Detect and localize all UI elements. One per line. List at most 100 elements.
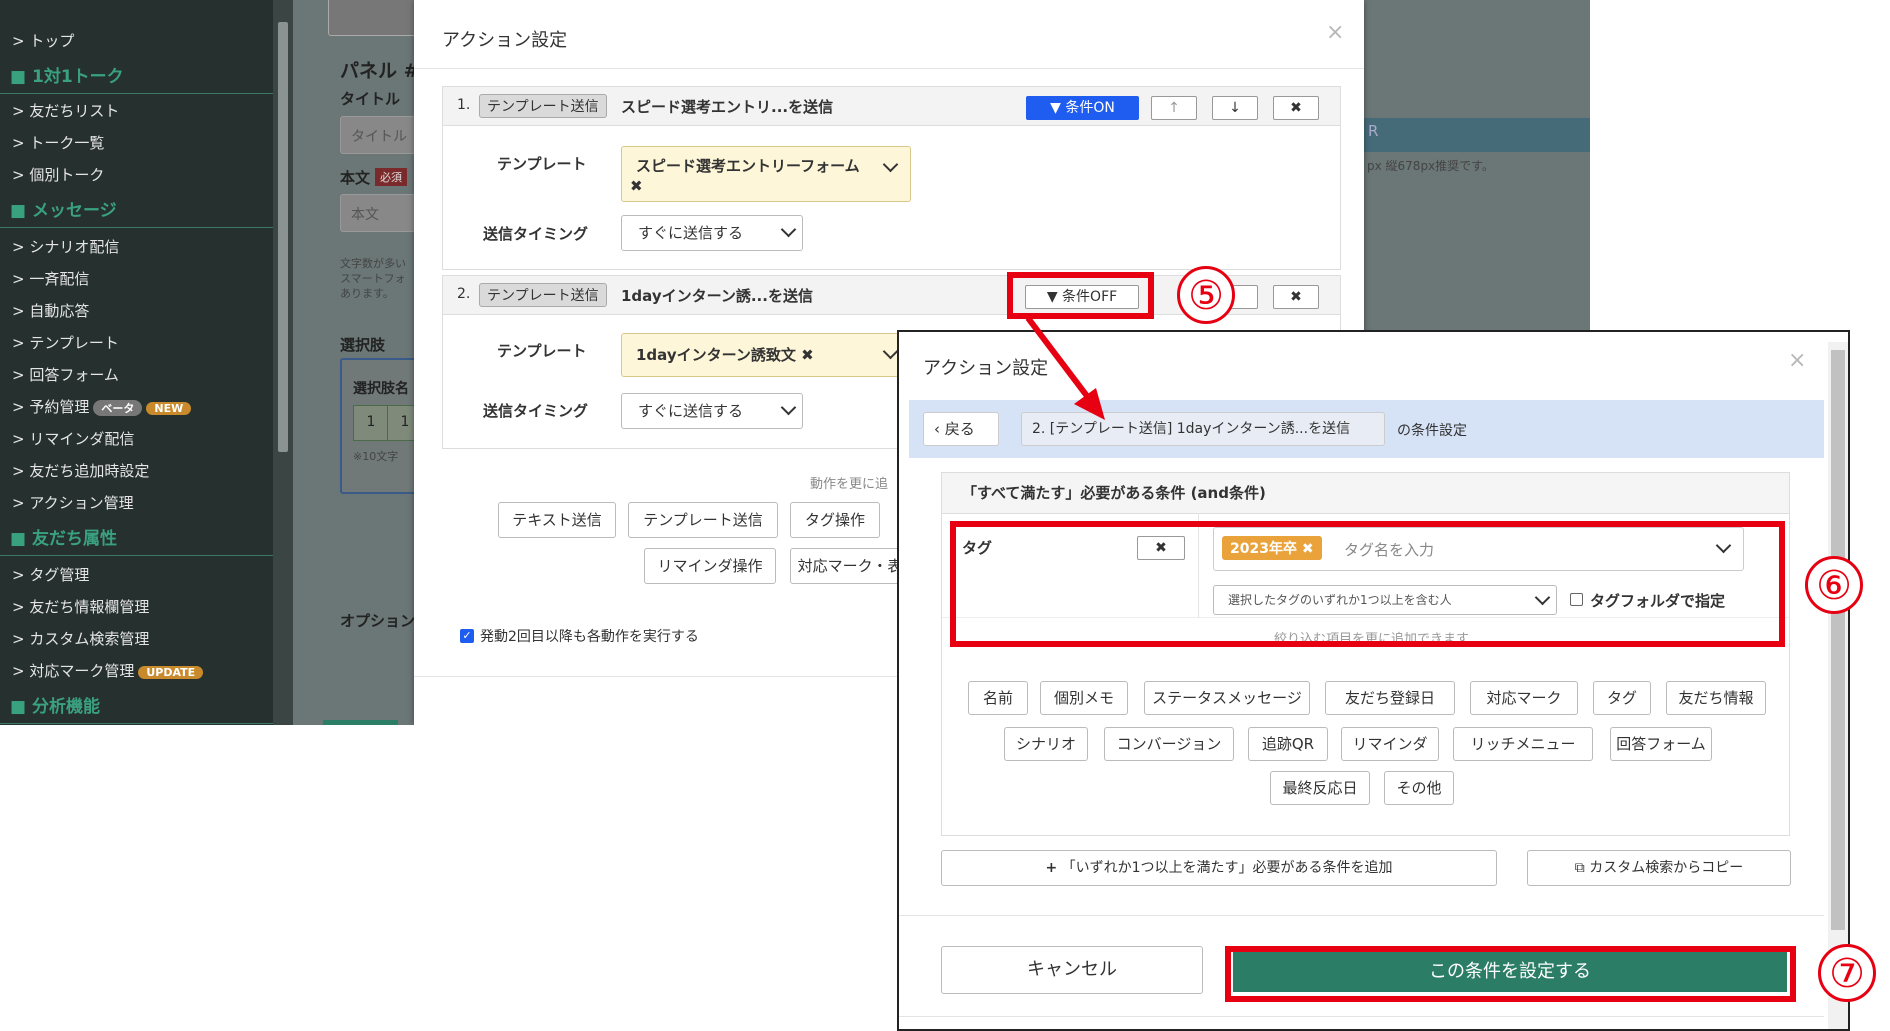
- condition-chip[interactable]: 友だち登録日: [1325, 681, 1455, 715]
- template-select[interactable]: 1dayインターン誘致文 ✖: [621, 333, 911, 377]
- template-select[interactable]: スピード選考エントリーフォーム ✖: [621, 146, 911, 202]
- close-icon[interactable]: ×: [1326, 20, 1344, 45]
- sidebar-item-label: 個別トーク: [29, 166, 105, 184]
- move-down-button[interactable]: ↓: [1212, 96, 1258, 120]
- tag-input[interactable]: 2023年卒 ✖ タグ名を入力: [1213, 527, 1744, 571]
- folder-checkbox-label: タグフォルダで指定: [1590, 592, 1726, 610]
- folder-checkbox[interactable]: [1570, 593, 1583, 606]
- condition-chip[interactable]: 個別メモ: [1040, 681, 1128, 715]
- sidebar-item[interactable]: > 予約管理 ベータ NEW: [12, 396, 192, 417]
- remove-icon[interactable]: ✖: [1302, 541, 1314, 557]
- sidebar-item[interactable]: > 友だち情報欄管理: [12, 596, 149, 617]
- condition-chip[interactable]: コンバージョン: [1104, 727, 1234, 761]
- chevron-right-icon: >: [12, 366, 30, 384]
- timing-select[interactable]: すぐに送信する: [621, 393, 803, 429]
- choices-label: 選択肢: [340, 336, 386, 354]
- choice-name-label: 選択肢名: [353, 381, 409, 397]
- delete-button[interactable]: ✖: [1273, 96, 1319, 120]
- condition-chip[interactable]: 追跡QR: [1248, 727, 1328, 761]
- arrow-up-icon: ↑: [1168, 100, 1180, 116]
- sidebar-item-label: シナリオ配信: [29, 238, 120, 256]
- sidebar-section-label: 友だち属性: [31, 529, 117, 549]
- sidebar-item[interactable]: > テンプレート: [12, 332, 119, 353]
- tag-action-button[interactable]: タグ操作: [790, 502, 880, 538]
- sidebar-section-label: 分析機能: [31, 697, 100, 717]
- match-mode-select[interactable]: 選択したタグのいずれか1つ以上を含む人: [1213, 585, 1557, 615]
- sidebar-item-label: 予約管理: [29, 398, 90, 416]
- section-icon: ■: [10, 67, 32, 87]
- sidebar-section-label: 1対1トーク: [31, 67, 124, 87]
- choice-1[interactable]: 1: [353, 405, 389, 441]
- tag-chip-label: 2023年卒: [1230, 541, 1297, 557]
- action-type-badge: テンプレート送信: [479, 283, 607, 307]
- sidebar-section[interactable]: ■ メッセージ: [0, 196, 273, 228]
- condition-chip[interactable]: リマインダ: [1341, 727, 1439, 761]
- and-condition-panel: 「すべて満たす」必要がある条件 (and条件) タグ ✖ 2023年卒 ✖ タグ…: [941, 472, 1790, 836]
- copy-from-search-button[interactable]: ⧉ カスタム検索からコピー: [1527, 850, 1791, 886]
- sidebar-item-label: タグ管理: [29, 566, 90, 584]
- sidebar-item[interactable]: > アクション管理: [12, 492, 134, 513]
- action-type-badge: テンプレート送信: [479, 94, 607, 118]
- condition-chip[interactable]: 最終反応日: [1270, 771, 1370, 805]
- condition-chip[interactable]: 友だち情報: [1666, 681, 1766, 715]
- delete-button[interactable]: ✖: [1273, 285, 1319, 309]
- set-condition-button[interactable]: この条件を設定する: [1233, 952, 1787, 992]
- sidebar-item[interactable]: > 一斉配信: [12, 268, 89, 289]
- back-label: 戻る: [944, 420, 975, 438]
- chevron-down-icon: [780, 399, 797, 416]
- sidebar-item[interactable]: > 個別トーク: [12, 164, 104, 185]
- condition-chip[interactable]: 対応マーク: [1470, 681, 1578, 715]
- timing-label: 送信タイミング: [483, 225, 589, 243]
- sidebar-section[interactable]: ■ 分析機能: [0, 692, 273, 724]
- sidebar-item-label: テンプレート: [29, 334, 119, 352]
- sidebar-item[interactable]: > カスタム検索管理: [12, 628, 149, 649]
- condition-off-button[interactable]: ▼ 条件OFF: [1025, 285, 1139, 309]
- sidebar-item[interactable]: > 自動応答: [12, 300, 89, 321]
- breadcrumb: 2. [テンプレート送信] 1dayインターン誘...を送信: [1021, 412, 1385, 446]
- condition-chip[interactable]: シナリオ: [1004, 727, 1088, 761]
- remove-icon[interactable]: ✖: [630, 177, 643, 195]
- remove-icon[interactable]: ✖: [801, 346, 814, 364]
- condition-chip[interactable]: 名前: [968, 681, 1028, 715]
- sidebar-badge: UPDATE: [138, 666, 204, 679]
- option-checkbox[interactable]: ✓: [460, 629, 474, 643]
- sidebar-item[interactable]: > 対応マーク管理 UPDATE: [12, 660, 204, 681]
- sidebar-item[interactable]: > 回答フォーム: [12, 364, 119, 385]
- modal-scroll-thumb[interactable]: [1831, 350, 1845, 930]
- sidebar-item[interactable]: > トップ: [12, 30, 74, 51]
- sidebar-section[interactable]: ■ 友だち属性: [0, 524, 273, 556]
- chevron-right-icon: >: [12, 102, 30, 120]
- condition-chip[interactable]: その他: [1384, 771, 1454, 805]
- text-send-button[interactable]: テキスト送信: [498, 502, 616, 538]
- close-icon[interactable]: ×: [1788, 348, 1806, 373]
- and-condition-header: 「すべて満たす」必要がある条件 (and条件): [942, 473, 1789, 514]
- chevron-right-icon: >: [12, 430, 30, 448]
- sidebar-item[interactable]: > 友だちリスト: [12, 100, 119, 121]
- sidebar-item[interactable]: > トーク一覧: [12, 132, 104, 153]
- condition-chip[interactable]: リッチメニュー: [1453, 727, 1593, 761]
- condition-on-button[interactable]: ▼ 条件ON: [1026, 96, 1139, 120]
- sidebar-item[interactable]: > シナリオ配信: [12, 236, 119, 257]
- section-icon: ■: [10, 529, 32, 549]
- remove-condition-button[interactable]: ✖: [1137, 536, 1185, 560]
- support-mark-button[interactable]: 対応マーク・表: [790, 548, 910, 584]
- timing-select[interactable]: すぐに送信する: [621, 215, 803, 251]
- sidebar-item[interactable]: > 友だち追加時設定: [12, 460, 149, 481]
- chevron-right-icon: >: [12, 398, 30, 416]
- condition-chip[interactable]: タグ: [1593, 681, 1651, 715]
- sidebar-item[interactable]: > リマインダ配信: [12, 428, 134, 449]
- back-button[interactable]: ‹ 戻る: [923, 412, 999, 446]
- move-up-button[interactable]: ↑: [1151, 96, 1197, 120]
- template-send-button[interactable]: テンプレート送信: [628, 502, 778, 538]
- reminder-action-button[interactable]: リマインダ操作: [644, 548, 776, 584]
- sidebar-scroll-thumb[interactable]: [278, 22, 288, 452]
- required-badge: 必須: [375, 168, 407, 186]
- sidebar-item[interactable]: > タグ管理: [12, 564, 89, 585]
- condition-chip[interactable]: ステータスメッセージ: [1144, 681, 1310, 715]
- add-or-condition-button[interactable]: + 「いずれか1つ以上を満たす」必要がある条件を追加: [941, 850, 1497, 886]
- cancel-button[interactable]: キャンセル: [941, 946, 1203, 994]
- condition-chip[interactable]: 回答フォーム: [1610, 727, 1712, 761]
- sidebar-item-label: リマインダ配信: [29, 430, 135, 448]
- tag-placeholder: タグ名を入力: [1344, 541, 1435, 559]
- sidebar-section[interactable]: ■ 1対1トーク: [0, 62, 273, 94]
